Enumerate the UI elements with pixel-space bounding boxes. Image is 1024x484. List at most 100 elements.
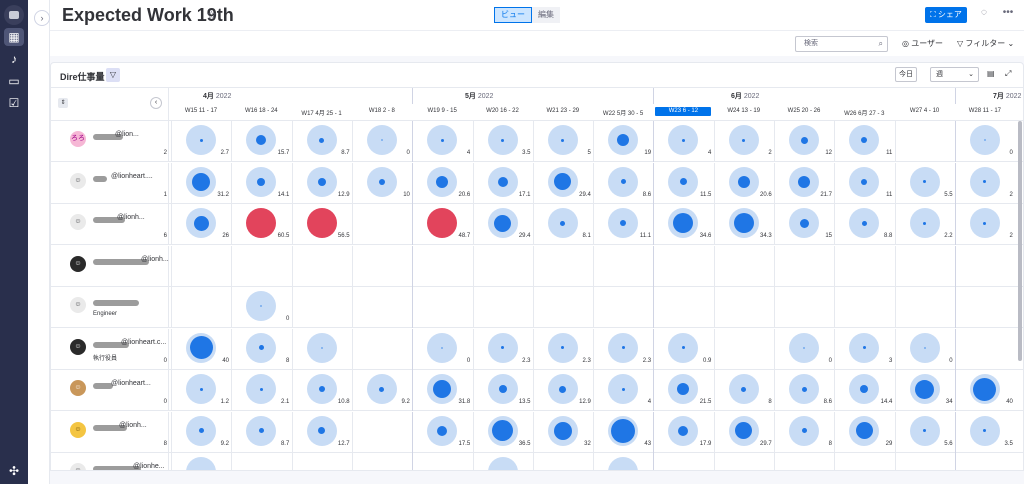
person-cell[interactable]: ろろ @lion... 2	[51, 121, 169, 162]
widget-filter-icon[interactable]: ▽	[106, 68, 120, 82]
column-divider	[351, 411, 353, 453]
workload-fill	[199, 387, 203, 391]
favorite-star-icon[interactable]: ☆	[206, 8, 217, 22]
workload-fill	[318, 427, 326, 434]
hours-value: 0	[466, 357, 471, 364]
hours-value: 1.2	[220, 399, 229, 405]
column-divider	[231, 287, 233, 328]
today-button[interactable]: 今日	[895, 67, 917, 82]
workload-fill	[199, 138, 203, 142]
column-divider	[291, 411, 293, 453]
column-divider	[954, 245, 956, 287]
column-divider	[713, 204, 715, 245]
workload-fill	[621, 387, 625, 391]
app-root: ▦ ♪ ▭ ☑ ✣ › Expected Work 19th ☆ ビュー 編集 …	[0, 0, 1024, 484]
month-label: 5月 2022	[465, 91, 493, 101]
column-divider	[291, 162, 293, 204]
share-button[interactable]: ⛶ シェア	[925, 7, 967, 23]
hours-value: 60.5	[277, 233, 290, 239]
period-select[interactable]: 週 ⌄	[930, 67, 979, 82]
person-cell[interactable]: ☺ @lionheart... 0	[51, 370, 169, 411]
hours-value: 9.2	[220, 440, 229, 447]
hours-value: 8.6	[823, 399, 832, 405]
filter-label: フィルター	[965, 39, 1006, 48]
column-divider	[472, 370, 474, 411]
hours-value: 19	[644, 150, 652, 156]
scroll-left-chevron-icon[interactable]: ‹	[150, 97, 162, 109]
hours-value: 3.5	[522, 150, 531, 156]
column-divider	[774, 121, 775, 162]
redacted-name	[93, 383, 113, 389]
my-work-icon[interactable]: ☑	[4, 94, 24, 112]
hours-value: 36.5	[518, 440, 531, 447]
month-year: 2022	[743, 93, 760, 100]
workload-fill	[319, 137, 325, 143]
column-divider	[834, 204, 836, 245]
workload-bubble[interactable]	[306, 332, 337, 363]
column-divider	[954, 328, 956, 370]
column-divider	[472, 328, 474, 370]
person-cell[interactable]: ☺ @lionh... 8	[51, 411, 169, 453]
users-filter-button[interactable]: ◎ ユーザー	[902, 38, 943, 49]
column-divider	[834, 370, 836, 411]
hours-value: 40	[1006, 399, 1013, 405]
workload-fill	[320, 346, 323, 349]
week-cells: 9.2 8.7 12.7 17.5 36.5 32 43 17.9 29.7 8 29 5.6 3.5	[169, 411, 1023, 453]
avatar: ☺	[70, 255, 86, 272]
month-divider	[412, 88, 414, 104]
redacted-name	[93, 300, 139, 306]
person-role: Engineer	[93, 311, 118, 317]
workload-fill	[923, 180, 927, 183]
column-divider	[472, 204, 474, 245]
month-year: 2022	[215, 93, 232, 100]
person-email: @lionheart.c...	[121, 338, 167, 346]
integrations-icon[interactable]: ✣	[4, 462, 24, 480]
column-divider	[774, 162, 775, 204]
board-toolbar: 検索 ⌕ ◎ ユーザー ▽ フィルター ⌄	[50, 30, 1024, 56]
column-divider	[532, 328, 534, 370]
search-input[interactable]: 検索 ⌕	[795, 36, 888, 52]
vertical-scrollbar[interactable]	[1018, 121, 1022, 361]
column-divider	[412, 287, 414, 328]
column-divider	[351, 162, 353, 204]
workload-fill	[799, 218, 809, 228]
chat-bubble-icon[interactable]: ◌	[976, 7, 992, 18]
column-divider	[351, 328, 353, 370]
notifications-bell-icon[interactable]: ♪	[4, 50, 24, 68]
column-divider	[351, 204, 353, 245]
workload-fill	[735, 422, 753, 439]
filter-button[interactable]: ▽ フィルター ⌄	[957, 38, 1014, 49]
fullscreen-icon[interactable]: ⤢	[1005, 69, 1011, 79]
tab-view[interactable]: ビュー	[494, 7, 532, 23]
workload-fill	[983, 221, 987, 225]
apps-grid-icon[interactable]: ▦	[4, 28, 24, 46]
bottom-strip	[50, 470, 1024, 484]
expand-sidebar-chevron-icon[interactable]: ›	[34, 10, 50, 26]
workload-fill	[798, 175, 810, 188]
column-divider	[653, 328, 655, 370]
inbox-icon[interactable]: ▭	[4, 72, 24, 90]
more-options-icon[interactable]: •••	[1000, 7, 1016, 18]
person-cell[interactable]: ☺ @lionh... 6	[51, 204, 169, 245]
column-divider	[653, 121, 655, 162]
avatar: ☺	[70, 172, 86, 189]
sort-icon[interactable]: ⇕	[58, 98, 68, 108]
column-divider	[472, 411, 474, 453]
workload-fill	[260, 305, 263, 307]
workspace-logo-icon[interactable]	[4, 5, 24, 25]
person-cell[interactable]: ☺ Engineer	[51, 287, 169, 328]
tab-edit[interactable]: 編集	[532, 7, 560, 23]
person-cell[interactable]: ☺ @lionheart.... 1	[51, 162, 169, 204]
column-divider	[894, 162, 896, 204]
person-cell[interactable]: ☺ @lionh...	[51, 245, 169, 287]
hours-value: 21.5	[699, 399, 712, 405]
workload-fill	[192, 172, 210, 191]
avatar: ☺	[70, 421, 86, 438]
previous-week-hours: 1	[163, 191, 167, 198]
week-label: W26 6月 27 - 3	[844, 111, 885, 117]
person-row: ☺ Engineer 0	[51, 287, 1023, 328]
chevron-down-icon: ⌄	[968, 71, 974, 78]
person-cell[interactable]: ☺ @lionheart.c... 執行役員 0	[51, 328, 169, 370]
export-icon[interactable]: ▤	[987, 69, 995, 78]
column-divider	[231, 245, 233, 287]
